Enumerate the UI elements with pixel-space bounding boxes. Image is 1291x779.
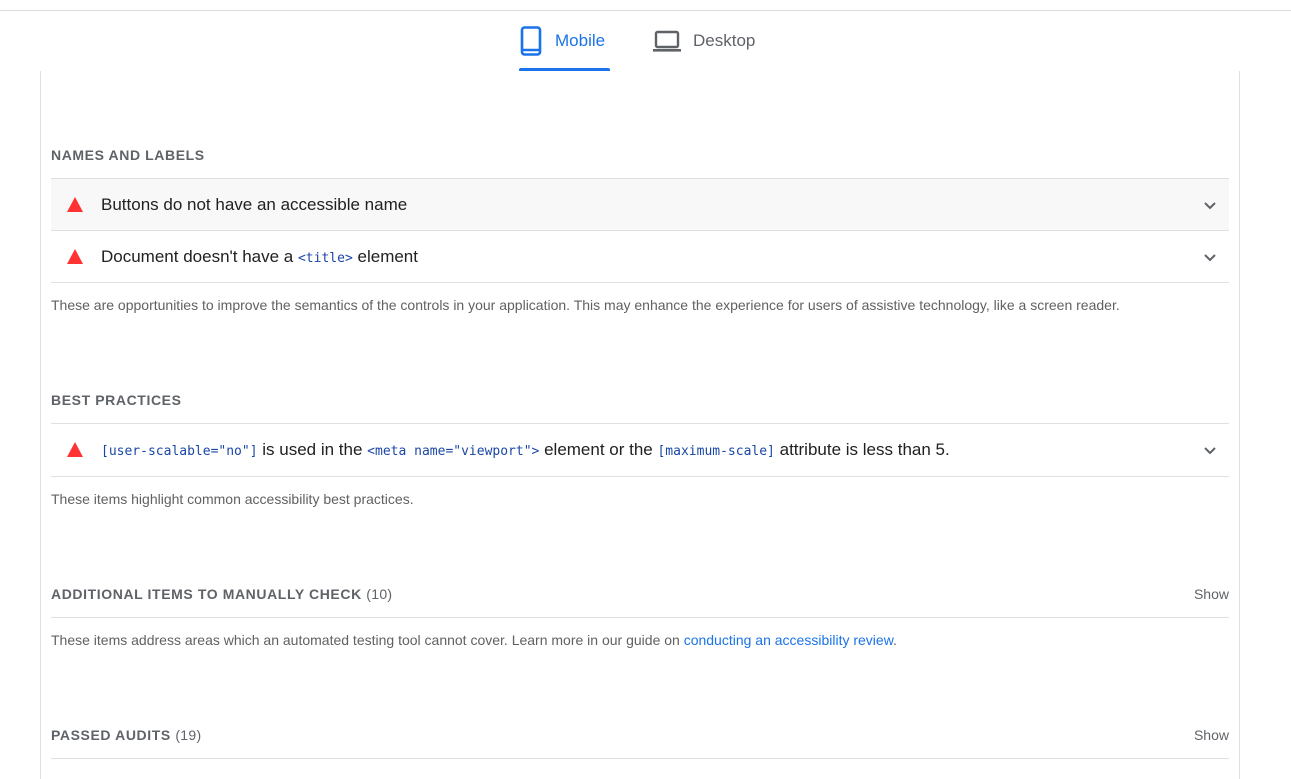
audit-title-code: <meta name="viewport"> — [367, 443, 540, 459]
audit-meta-viewport[interactable]: [user-scalable="no"] is used in the <met… — [51, 424, 1229, 475]
audit-title-text: attribute is less than 5. — [774, 439, 950, 459]
group-title-text: PASSED AUDITS — [51, 727, 171, 743]
fail-triangle-icon — [67, 249, 83, 264]
audit-title-code: [user-scalable="no"] — [101, 443, 258, 459]
audit-title-text: is used in the — [257, 439, 368, 459]
group-title-text: BEST PRACTICES — [51, 392, 182, 408]
divider — [51, 476, 1229, 477]
group-title-names-labels: NAMES AND LABELS — [51, 147, 205, 163]
audit-document-title[interactable]: Document doesn't have a <title> element — [51, 231, 1229, 282]
chevron-down-icon[interactable] — [1203, 198, 1217, 212]
group-title-text: ADDITIONAL ITEMS TO MANUALLY CHECK — [51, 586, 362, 602]
fail-triangle-icon — [67, 197, 83, 212]
audit-title-code: [maximum-scale] — [657, 443, 775, 459]
divider — [51, 758, 1229, 759]
group-description: These items address areas which an autom… — [51, 632, 897, 648]
group-title-text: NAMES AND LABELS — [51, 147, 205, 163]
audit-title-code: <title> — [297, 250, 353, 266]
audits-panel: NAMES AND LABELS Buttons do not have an … — [40, 71, 1240, 779]
group-count: (10) — [366, 586, 393, 602]
chevron-down-icon[interactable] — [1203, 250, 1217, 264]
audit-title-text: element — [352, 246, 418, 266]
audit-title: [user-scalable="no"] is used in the <met… — [101, 440, 950, 460]
audit-title: Buttons do not have an accessible name — [101, 194, 408, 214]
audit-title: Document doesn't have a <title> element — [101, 247, 418, 267]
smartphone-icon — [520, 26, 542, 56]
group-description: These items highlight common accessibili… — [51, 491, 414, 507]
show-passed-button[interactable]: Show — [1194, 727, 1229, 743]
divider — [51, 617, 1229, 618]
description-text: . — [893, 632, 897, 648]
accessibility-review-link[interactable]: conducting an accessibility review — [684, 632, 893, 648]
group-count: (19) — [175, 727, 202, 743]
group-title-passed-audits: PASSED AUDITS (19) — [51, 727, 201, 743]
group-title-best-practices: BEST PRACTICES — [51, 392, 182, 408]
tab-desktop-label: Desktop — [693, 31, 756, 50]
audit-button-name[interactable]: Buttons do not have an accessible name — [51, 179, 1229, 230]
tab-mobile-label: Mobile — [555, 31, 606, 50]
group-description: These are opportunities to improve the s… — [51, 297, 1120, 313]
audit-title-text: Document doesn't have a — [101, 246, 298, 266]
audit-title-text: element or the — [539, 439, 658, 459]
description-text: These items address areas which an autom… — [51, 632, 684, 648]
laptop-icon — [653, 30, 681, 52]
chevron-down-icon[interactable] — [1203, 443, 1217, 457]
fail-triangle-icon — [67, 442, 83, 457]
divider — [51, 282, 1229, 283]
group-title-manual-check: ADDITIONAL ITEMS TO MANUALLY CHECK (10) — [51, 586, 392, 602]
tab-mobile[interactable]: Mobile — [519, 11, 611, 71]
device-tabs: Mobile Desktop — [0, 11, 1291, 71]
show-manual-button[interactable]: Show — [1194, 586, 1229, 602]
tab-desktop[interactable]: Desktop — [653, 11, 755, 71]
